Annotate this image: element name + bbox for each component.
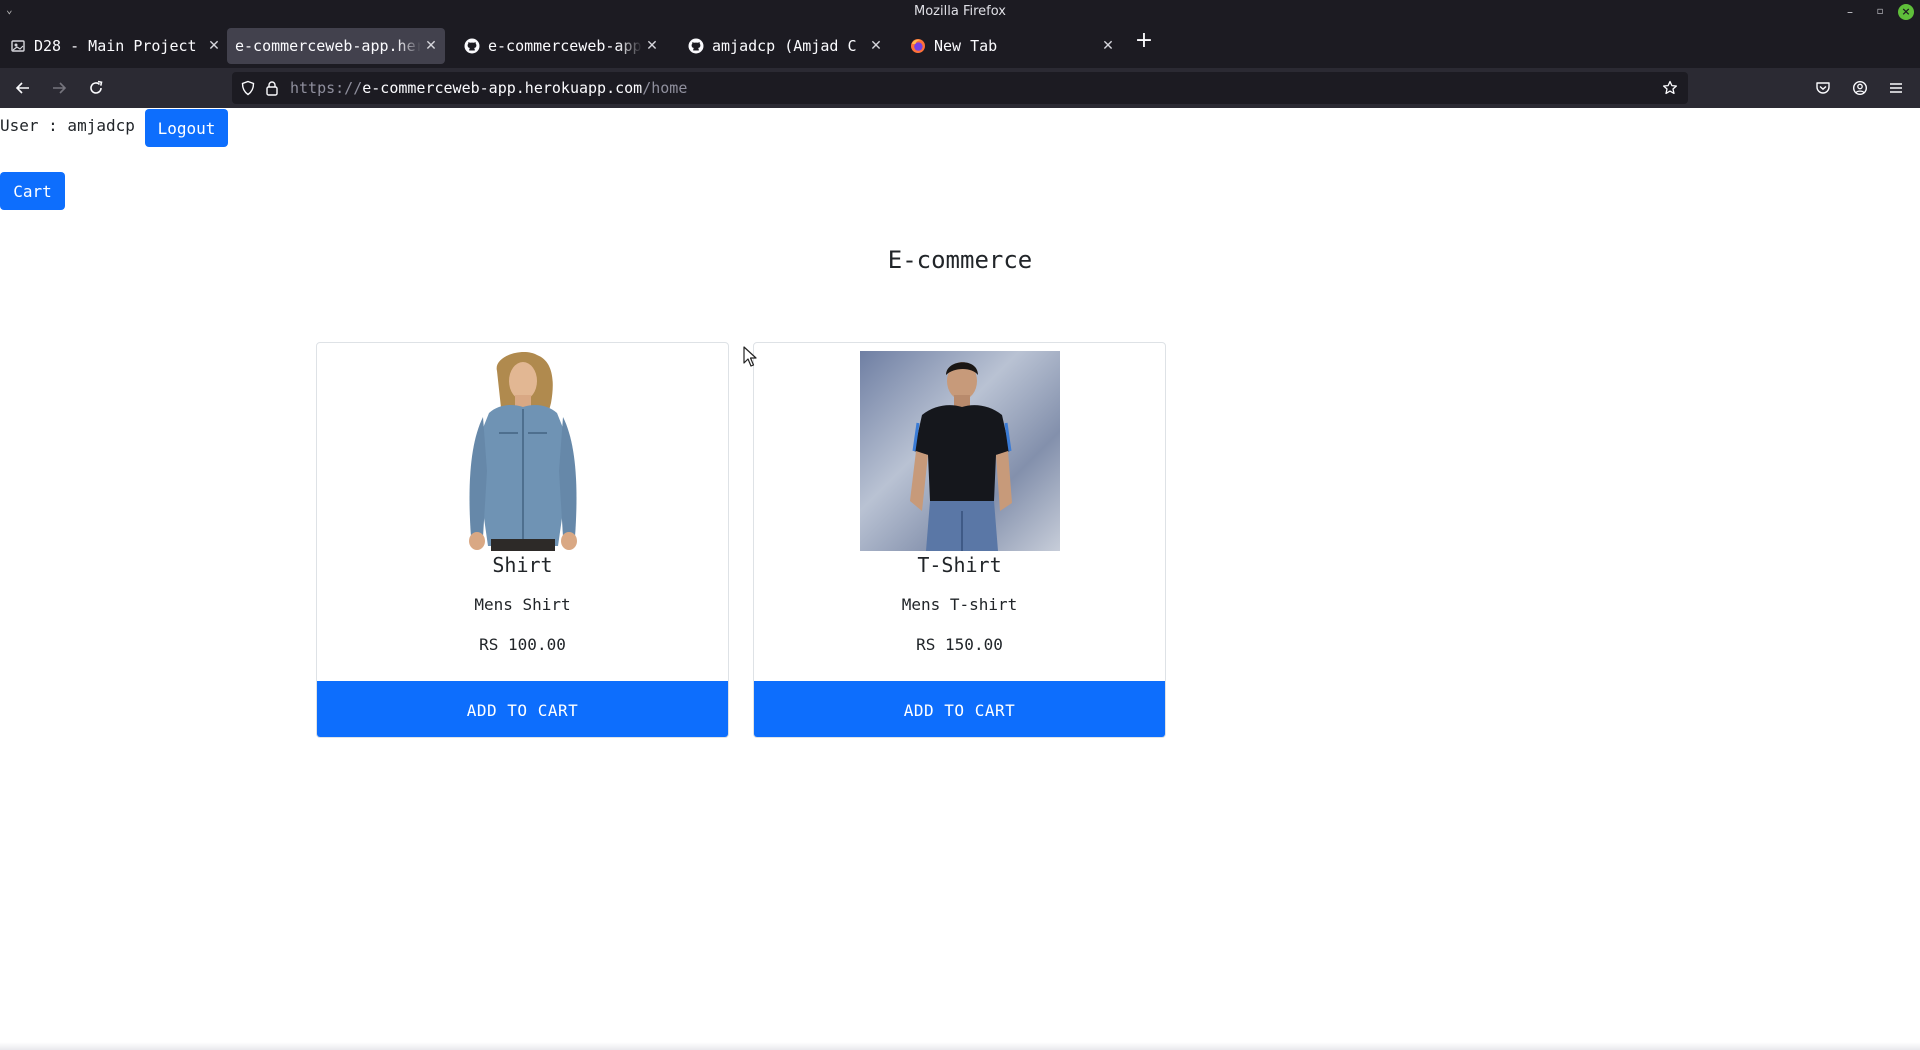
tab-github-readme[interactable]: e-commerceweb-app/README.md ✕: [454, 28, 666, 64]
minimize-button[interactable]: –: [1842, 4, 1858, 20]
forward-button[interactable]: [47, 76, 71, 100]
product-description: Mens T-shirt: [901, 595, 1018, 614]
tracking-shield-icon[interactable]: [238, 78, 258, 98]
pocket-button[interactable]: [1811, 76, 1835, 100]
tab-label: D28 - Main Project: [34, 37, 197, 55]
pocket-icon: [1816, 82, 1830, 94]
url-bar[interactable]: https://e-commerceweb-app.herokuapp.com/…: [232, 72, 1688, 104]
add-to-cart-button[interactable]: ADD TO CART: [317, 681, 728, 737]
bookmark-star-icon[interactable]: [1660, 78, 1680, 98]
tab-label: e-commerceweb-app/README.md: [488, 37, 642, 55]
account-icon: [1852, 80, 1868, 96]
window-title: Mozilla Firefox: [914, 4, 1006, 19]
tab-label: New Tab: [934, 37, 998, 55]
maximize-button[interactable]: ▫: [1872, 4, 1888, 20]
document-icon: [10, 38, 26, 54]
product-name: T-Shirt: [917, 553, 1002, 577]
tab-github-profile[interactable]: amjadcp (Amjad C P) ✕: [678, 28, 890, 64]
reload-icon: [90, 80, 103, 94]
close-window-button[interactable]: ×: [1898, 4, 1914, 20]
tab-strip: D28 - Main Project ✕ e-commerceweb-app.h…: [0, 24, 1920, 68]
product-card: T-Shirt Mens T-shirt RS 150.00 ADD TO CA…: [753, 342, 1166, 738]
back-arrow-icon: [15, 82, 29, 94]
tab-ecommerce-home[interactable]: e-commerceweb-app.herokuapp.com/home ✕: [227, 28, 445, 64]
tab-label: e-commerceweb-app.herokuapp.com/home: [235, 37, 421, 55]
tab-close-icon[interactable]: ✕: [866, 38, 886, 54]
product-card: Shirt Mens Shirt RS 100.00 ADD TO CART: [316, 342, 729, 738]
user-label: User : amjadcp: [0, 116, 135, 135]
tab-close-icon[interactable]: ✕: [642, 38, 662, 54]
extensions-button[interactable]: [1848, 76, 1872, 100]
firefox-icon: [910, 38, 926, 54]
product-image-shirt[interactable]: [423, 351, 623, 551]
window-titlebar: ⌄ Mozilla Firefox – ▫ ×: [0, 0, 1920, 24]
product-name: Shirt: [492, 553, 553, 577]
forward-arrow-icon: [53, 82, 67, 94]
cart-button[interactable]: Cart: [0, 172, 65, 210]
tab-label: amjadcp (Amjad C P): [712, 37, 866, 55]
new-tab-button[interactable]: +: [1132, 30, 1156, 54]
tab-close-icon[interactable]: ✕: [204, 38, 224, 54]
tab-new-tab[interactable]: New Tab ✕: [900, 28, 1122, 64]
mouse-pointer-icon: [743, 346, 757, 372]
product-image-tshirt[interactable]: [860, 351, 1060, 551]
app-menu-button[interactable]: [1884, 76, 1908, 100]
page-title: E-commerce: [887, 246, 1033, 274]
add-to-cart-button[interactable]: ADD TO CART: [754, 681, 1165, 737]
tab-main-project[interactable]: D28 - Main Project ✕: [6, 28, 228, 64]
product-description: Mens Shirt: [474, 595, 571, 614]
window-bottom-edge: [0, 1042, 1920, 1050]
page-content: User : amjadcp Logout Cart E-commerce Sh…: [0, 108, 1920, 1050]
hamburger-menu-icon: [1890, 83, 1902, 93]
url-scheme: https://: [290, 79, 363, 97]
github-icon: [464, 38, 480, 54]
back-button[interactable]: [11, 76, 35, 100]
url-host: e-commerceweb-app.herokuapp.com: [362, 79, 643, 97]
logout-button[interactable]: Logout: [145, 109, 228, 147]
tab-close-icon[interactable]: ✕: [421, 38, 441, 54]
navigation-toolbar: https://e-commerceweb-app.herokuapp.com/…: [0, 68, 1920, 108]
github-icon: [688, 38, 704, 54]
product-price: RS 100.00: [479, 635, 566, 654]
reload-button[interactable]: [84, 76, 108, 100]
tab-close-icon[interactable]: ✕: [1098, 38, 1118, 54]
url-text[interactable]: https://e-commerceweb-app.herokuapp.com/…: [290, 79, 687, 97]
product-price: RS 150.00: [916, 635, 1003, 654]
url-path: /home: [642, 79, 688, 97]
lock-icon[interactable]: [262, 78, 282, 98]
